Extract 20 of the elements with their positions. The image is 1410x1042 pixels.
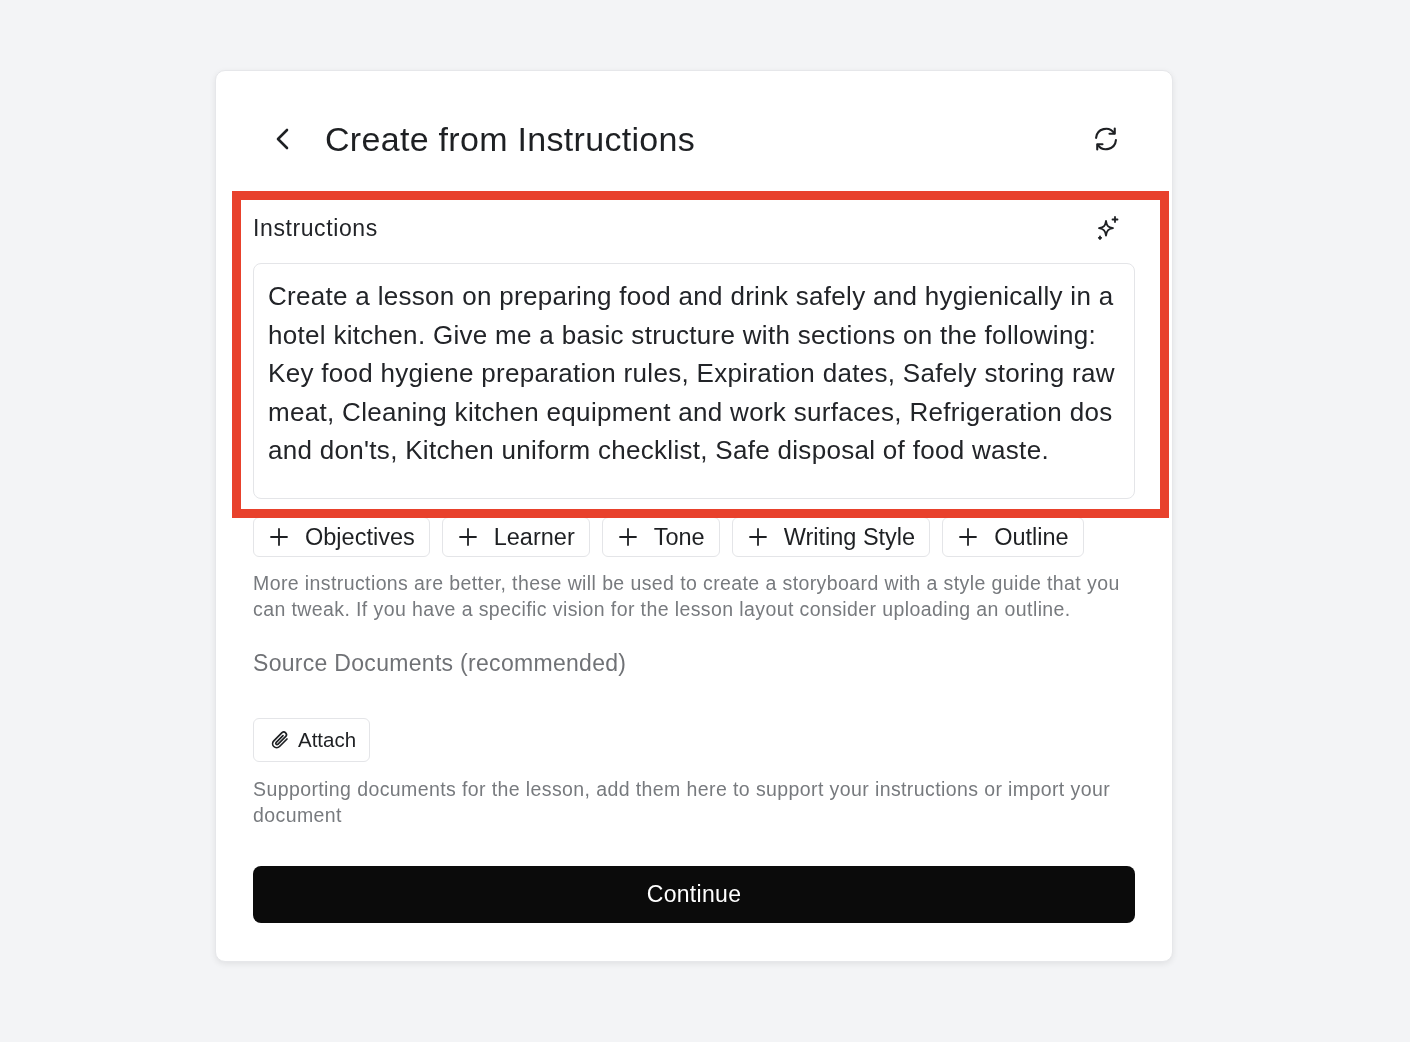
- plus-icon: [959, 528, 978, 546]
- add-option-button[interactable]: Learner: [441, 517, 590, 557]
- continue-button[interactable]: Continue: [253, 866, 1135, 923]
- plus-icon: [618, 528, 637, 546]
- paperclip-icon: [270, 729, 290, 751]
- source-documents-title: Source Documents (recommended): [253, 649, 627, 678]
- plus-icon: [458, 528, 477, 546]
- sparkle-icon[interactable]: [1095, 215, 1121, 241]
- add-option-button[interactable]: Tone: [601, 517, 720, 557]
- plus-icon: [270, 528, 288, 546]
- source-documents-hint: Supporting documents for the lesson, add them here to support your instructions or import your document: [253, 777, 1112, 828]
- add-option-button[interactable]: Outline: [942, 517, 1084, 557]
- attach-button[interactable]: Attach: [253, 718, 371, 762]
- add-option-button[interactable]: Objectives: [253, 517, 430, 557]
- plus-icon: [748, 528, 767, 546]
- instructions-hint: More instructions are better, these will be used to create a storyboard with a style guide that you can tweak. If you have a specific vision for the lesson layout consider uploading an outline.: [253, 571, 1121, 622]
- add-option-button[interactable]: Writing Style: [731, 517, 931, 557]
- dialog-title: Create from Instructions: [325, 119, 695, 160]
- instructions-field[interactable]: Create a lesson on preparing food and drink safely and hygienically in a hotel kitchen. Give me a basic structure with sections on the following: Key food hygiene preparation rules, Expiration dates, Safely storing raw meat, Cleaning kitchen equipment and work surfaces, Refrigeration dos and don'ts, Kitchen uniform checklist, Safe disposal of food waste.: [253, 263, 1135, 499]
- instructions-label: Instructions: [253, 214, 378, 242]
